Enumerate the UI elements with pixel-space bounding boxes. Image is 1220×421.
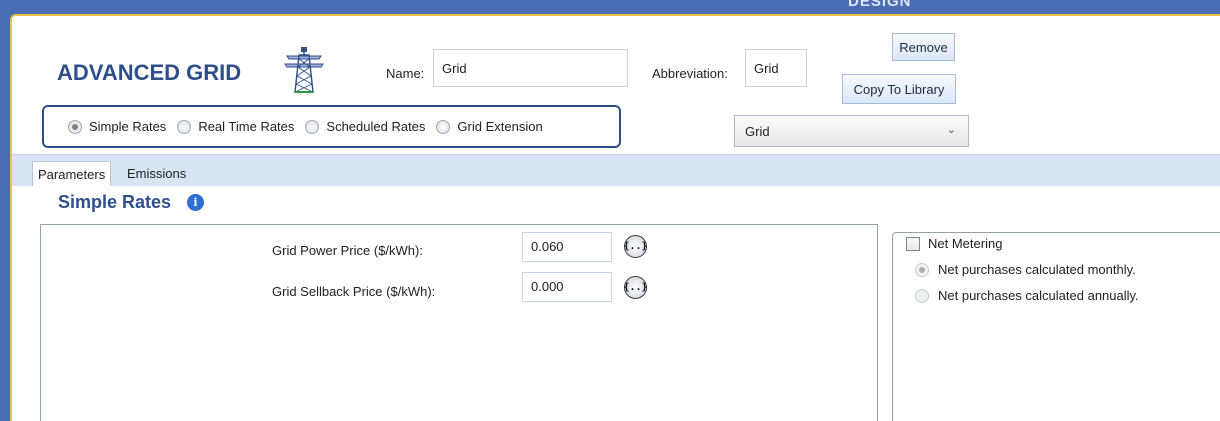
tab-parameters[interactable]: Parameters [32,161,112,186]
library-select[interactable]: Grid ⌄ [734,115,969,147]
radio-real-time-rates[interactable]: Real Time Rates [177,119,294,134]
radio-button[interactable] [915,262,929,277]
tab-strip [12,154,1220,186]
radio-label: Scheduled Rates [326,119,426,134]
grid-power-price-label: Grid Power Price ($/kWh): [272,243,423,258]
section-title: Simple Rates [58,192,172,212]
window-top-bar: DESIGN [0,0,1220,14]
section-label: DESIGN [848,0,912,10]
radio-label: Net purchases calculated monthly. [938,262,1136,277]
library-select-value: Grid [745,123,770,139]
remove-button-label: Remove [899,39,948,55]
name-label: Name: [386,66,425,81]
radio-button[interactable] [305,119,320,134]
radio-scheduled-rates[interactable]: Scheduled Rates [305,119,425,134]
sensitivity-button[interactable]: {..} [623,235,648,258]
radio-button[interactable] [915,288,929,303]
simple-rates-box [40,224,878,421]
sensitivity-button-glyph: {..} [623,241,648,252]
radio-label: Real Time Rates [198,119,295,134]
net-metering-checkbox[interactable] [906,236,920,251]
net-metering-header: Net Metering [906,236,1009,251]
page-title: ADVANCED GRID [57,60,242,85]
radio-net-monthly[interactable]: Net purchases calculated monthly. [915,262,1136,277]
grid-sellback-price-input[interactable]: 0.000 [522,272,612,302]
radio-button[interactable] [436,119,451,134]
radio-grid-extension[interactable]: Grid Extension [436,119,543,134]
transmission-tower-icon [284,47,324,93]
copy-to-library-label: Copy To Library [853,81,945,97]
sensitivity-button-glyph: {..} [623,282,648,293]
sensitivity-button[interactable]: {..} [623,276,648,299]
rate-type-radio-group: Simple Rates Real Time Rates Scheduled R… [42,105,621,148]
grid-sellback-price-label: Grid Sellback Price ($/kWh): [272,284,436,299]
radio-label: Net purchases calculated annually. [938,288,1139,303]
chevron-down-icon: ⌄ [946,124,956,136]
copy-to-library-button[interactable]: Copy To Library [842,74,956,104]
info-glyph: i [193,196,198,209]
name-input[interactable] [433,49,628,87]
radio-button[interactable] [68,119,82,134]
advanced-grid-panel: ADVANCED GRID Name: Abbreviation: Remove… [10,14,1220,421]
info-icon[interactable]: i [187,194,204,211]
radio-label: Grid Extension [457,119,543,134]
tab-emissions[interactable]: Emissions [122,161,191,186]
radio-button[interactable] [177,119,192,134]
radio-simple-rates[interactable]: Simple Rates [68,119,166,134]
remove-button[interactable]: Remove [892,33,955,61]
radio-label: Simple Rates [89,119,167,134]
abbreviation-label: Abbreviation: [652,66,728,81]
net-metering-group [892,232,1220,421]
abbreviation-input[interactable] [745,49,807,87]
grid-power-price-input[interactable]: 0.060 [522,232,612,262]
tab-label: Emissions [127,166,187,181]
tab-label: Parameters [38,166,106,182]
net-metering-label: Net Metering [928,236,1003,251]
radio-net-annually[interactable]: Net purchases calculated annually. [915,288,1139,303]
